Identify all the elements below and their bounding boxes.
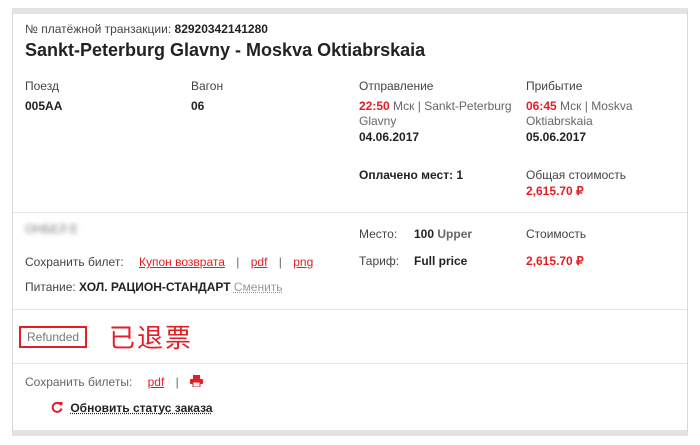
transaction-label: № платёжной транзакции: [25, 22, 172, 36]
food-label: Питание: [25, 280, 76, 294]
departure-station-2: Glavny [359, 114, 397, 128]
tariff-label: Тариф: [359, 254, 400, 268]
separator: | [175, 375, 179, 389]
cost-value: 2,615.70 ₽ [526, 254, 584, 268]
train-label: Поезд [25, 79, 59, 93]
tickets-pdf-link[interactable]: pdf [148, 375, 165, 389]
tariff-value: Full price [414, 254, 468, 268]
save-tickets-row: Сохранить билеты: pdf | [25, 375, 204, 390]
route-title: Sankt-Peterburg Glavny - Moskva Oktiabrs… [25, 40, 426, 60]
seat-value: 100 Upper [414, 227, 472, 241]
departure-date: 04.06.2017 [359, 130, 420, 144]
refresh-status-label[interactable]: Обновить статус заказа [70, 401, 212, 415]
order-card: № платёжной транзакции: 82920342141280 S… [12, 8, 688, 436]
print-icon[interactable] [190, 375, 204, 390]
save-tickets-label: Сохранить билеты: [25, 375, 133, 389]
departure-label: Отправление [359, 79, 434, 93]
arrival-label: Прибытие [526, 79, 583, 93]
total-label: Общая стоимость [526, 168, 626, 182]
ticket-pdf-link[interactable]: pdf [251, 255, 268, 269]
divider [13, 363, 687, 364]
departure-time: 22:50 [359, 99, 390, 113]
divider [13, 212, 687, 213]
save-ticket-row: Сохранить билет: Купон возврата | pdf | … [25, 255, 313, 269]
cost-label: Стоимость [526, 227, 587, 241]
seat-type: Upper [437, 227, 473, 241]
seat-number: 100 [414, 227, 435, 241]
transaction-number: 82920342141280 [174, 22, 268, 36]
refresh-icon [51, 401, 63, 416]
ticket-png-link[interactable]: png [293, 255, 313, 269]
arrival-station-2: Oktiabrskaia [526, 114, 593, 128]
refresh-status-button[interactable]: Обновить статус заказа [51, 401, 213, 416]
food-value: ХОЛ. РАЦИОН-СТАНДАРТ [79, 280, 231, 294]
wagon-label: Вагон [191, 79, 224, 93]
departure-station: Мск | Sankt-Peterburg [393, 99, 512, 113]
paid-seats: Оплачено мест: 1 [359, 168, 464, 182]
separator: | [236, 255, 240, 269]
wagon-value: 06 [191, 99, 205, 113]
food-row: Питание: ХОЛ. РАЦИОН-СТАНДАРТ Сменить [25, 280, 283, 294]
arrival-time: 06:45 [526, 99, 557, 113]
seat-label: Место: [359, 227, 398, 241]
refunded-badge: Refunded [19, 326, 88, 348]
separator: | [278, 255, 282, 269]
total-value: 2,615.70 ₽ [526, 184, 584, 198]
divider [13, 309, 687, 310]
change-food-link[interactable]: Сменить [234, 280, 283, 294]
arrival-station: Мск | Moskva [560, 99, 633, 113]
arrival-date: 05.06.2017 [526, 130, 587, 144]
train-value: 005АА [25, 99, 63, 113]
save-ticket-label: Сохранить билет: [25, 255, 124, 269]
arrival-time-line: 06:45 Мск | Moskva [526, 99, 633, 113]
refund-coupon-link[interactable]: Купон возврата [139, 255, 225, 269]
passenger-name: ОНБЕЛ Е [25, 222, 79, 236]
transaction-line: № платёжной транзакции: 82920342141280 [25, 22, 268, 36]
departure-time-line: 22:50 Мск | Sankt-Peterburg [359, 99, 512, 113]
refunded-annotation: 已退票 [109, 324, 194, 354]
